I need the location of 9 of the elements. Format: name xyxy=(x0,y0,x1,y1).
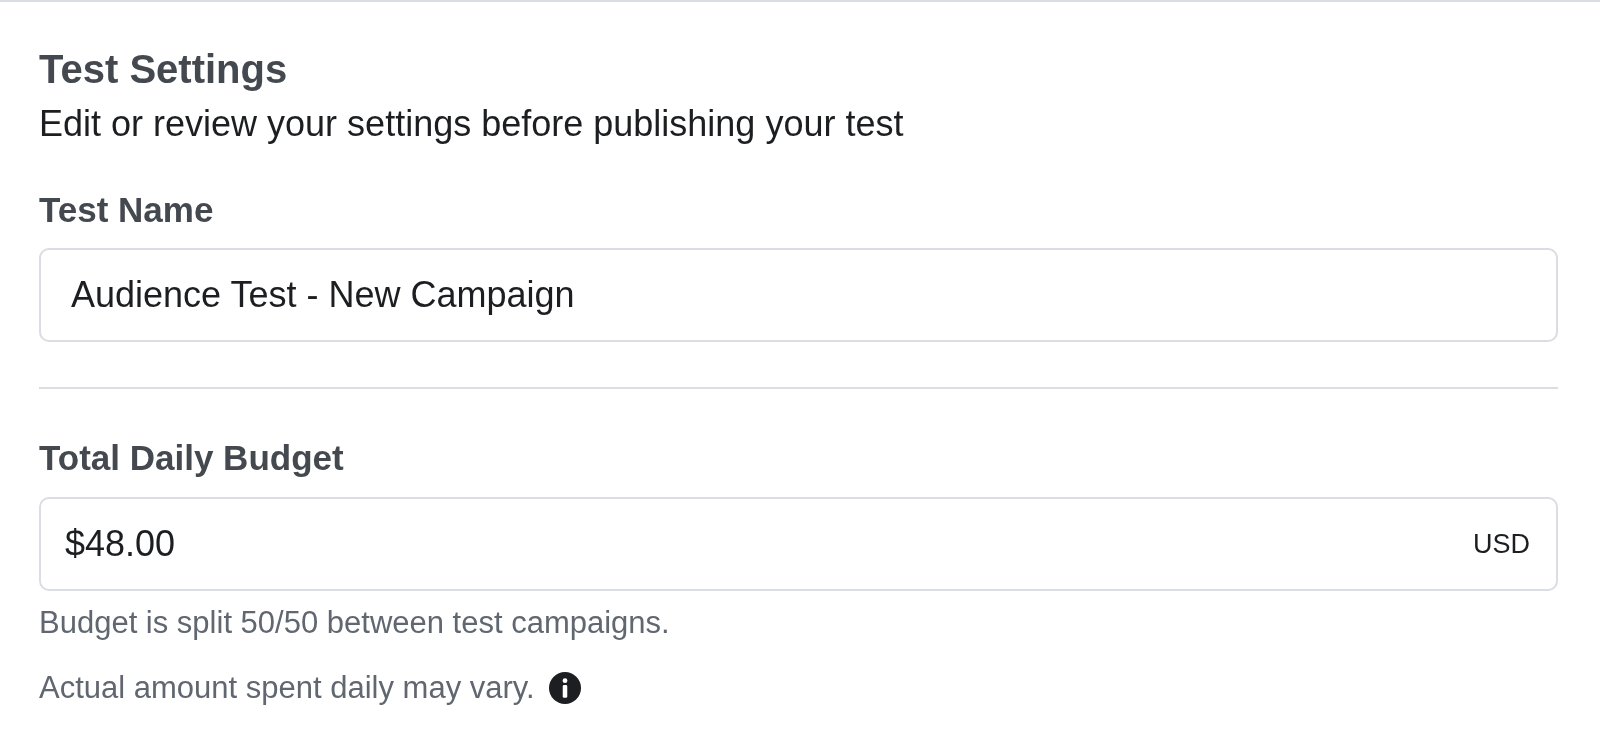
text-field[interactable]: Audience Test - New Campaign xyxy=(39,248,1558,342)
currency-label: USD xyxy=(1473,528,1530,560)
help-text: Budget is split 50/50 between test campaigns. xyxy=(39,604,670,642)
help-text: Actual amount spent daily may vary. xyxy=(39,669,535,707)
field-label: Test Name xyxy=(39,189,215,231)
section-subtitle: Edit or review your settings before publishing your test xyxy=(39,102,905,146)
info-icon[interactable] xyxy=(548,672,581,704)
field-label: Total Daily Budget xyxy=(39,437,345,479)
section-title: Test Settings xyxy=(39,46,289,93)
